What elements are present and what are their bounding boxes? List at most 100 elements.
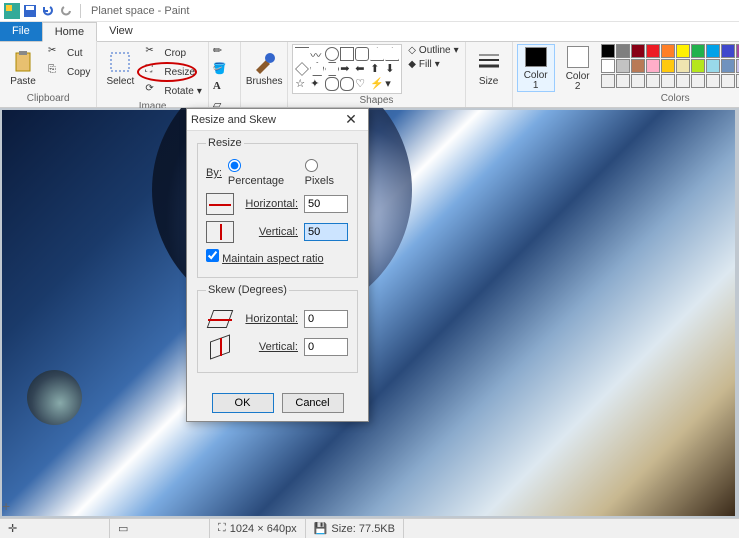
color-swatch[interactable] <box>646 59 660 73</box>
color-swatch[interactable] <box>616 44 630 58</box>
skew-fieldset: Skew (Degrees) Horizontal: Vertical: <box>197 284 358 373</box>
radio-percentage[interactable]: Percentage <box>228 159 299 187</box>
text-icon[interactable]: A <box>213 80 229 96</box>
color-swatch[interactable] <box>676 59 690 73</box>
ribbon: Paste ✂Cut ⎘Copy Clipboard Select ✂Crop … <box>0 42 739 108</box>
color-swatch[interactable] <box>721 44 735 58</box>
group-shapes: 〰 ➡⬅⬆⬇ ☆✦♡⚡▾ ◇Outline▾ ◆Fill▾ Shapes <box>288 42 465 107</box>
redo-icon[interactable] <box>58 3 74 19</box>
resize-fieldset: Resize By: Percentage Pixels Horizontal:… <box>197 137 358 278</box>
color-swatch[interactable] <box>646 44 660 58</box>
color-swatch[interactable] <box>721 59 735 73</box>
color-swatch[interactable] <box>616 59 630 73</box>
horizontal-resize-icon <box>206 193 234 215</box>
ok-button[interactable]: OK <box>212 393 274 413</box>
color-swatch[interactable] <box>691 74 705 88</box>
resize-horizontal-input[interactable] <box>304 195 348 213</box>
by-label: By: <box>206 167 222 179</box>
canvas-area <box>0 108 739 518</box>
color-swatch[interactable] <box>646 74 660 88</box>
tab-file[interactable]: File <box>0 22 42 41</box>
group-colors: Color 1 Color 2 Edit colors Edit Paint C… <box>513 42 739 107</box>
horizontal-skew-icon <box>206 308 234 330</box>
cut-button[interactable]: ✂Cut <box>46 44 92 62</box>
skew-horizontal-label: Horizontal: <box>240 313 298 325</box>
resize-legend: Resize <box>206 137 244 149</box>
shapes-gallery[interactable]: 〰 ➡⬅⬆⬇ ☆✦♡⚡▾ <box>292 44 402 94</box>
vertical-resize-icon <box>206 221 234 243</box>
color-swatch[interactable] <box>601 74 615 88</box>
close-icon[interactable]: ✕ <box>338 111 364 128</box>
group-image: Select ✂Crop ⛶Resize ⟳Rotate▾ Image <box>97 42 209 107</box>
dimensions-icon: ⛶ <box>218 522 226 535</box>
group-clipboard: Paste ✂Cut ⎘Copy Clipboard <box>0 42 97 107</box>
color-palette[interactable] <box>601 44 739 88</box>
dialog-titlebar: Resize and Skew ✕ <box>187 109 368 131</box>
corner-plus-icon: + <box>0 496 12 516</box>
maintain-aspect-checkbox[interactable]: Maintain aspect ratio <box>206 249 324 265</box>
fill-button[interactable]: ◆Fill▾ <box>406 58 460 71</box>
color-swatch[interactable] <box>676 74 690 88</box>
selection-icon: ▭ <box>118 522 128 535</box>
resize-icon: ⛶ <box>145 64 161 80</box>
tab-view[interactable]: View <box>97 22 145 41</box>
color-swatch[interactable] <box>661 59 675 73</box>
color-swatch[interactable] <box>631 59 645 73</box>
brushes-button[interactable]: Brushes <box>245 44 283 92</box>
title-bar: Planet space - Paint <box>0 0 739 22</box>
vertical-label: Vertical: <box>240 226 298 238</box>
color-swatch[interactable] <box>736 59 739 73</box>
crop-button[interactable]: ✂Crop <box>143 44 204 62</box>
save-icon[interactable] <box>22 3 38 19</box>
radio-pixels[interactable]: Pixels <box>305 159 349 187</box>
paste-button[interactable]: Paste <box>4 44 42 92</box>
color-swatch[interactable] <box>676 44 690 58</box>
outline-button[interactable]: ◇Outline▾ <box>406 44 460 57</box>
color-swatch[interactable] <box>706 44 720 58</box>
select-icon <box>108 50 132 74</box>
color-swatch[interactable] <box>661 44 675 58</box>
color-swatch[interactable] <box>631 74 645 88</box>
tab-home[interactable]: Home <box>42 22 97 42</box>
resize-button[interactable]: ⛶Resize <box>143 63 204 81</box>
color-swatch[interactable] <box>661 74 675 88</box>
color-swatch[interactable] <box>736 74 739 88</box>
color-swatch[interactable] <box>736 44 739 58</box>
group-tools: ✏ 🪣 A ▱ 💧 🔍 Tools <box>209 42 241 107</box>
rotate-button[interactable]: ⟳Rotate▾ <box>143 82 204 100</box>
skew-vertical-input[interactable] <box>304 338 348 356</box>
color-swatch[interactable] <box>601 59 615 73</box>
select-button[interactable]: Select <box>101 44 139 92</box>
color-swatch[interactable] <box>691 59 705 73</box>
color-swatch[interactable] <box>706 74 720 88</box>
group-label-colors: Colors <box>517 92 739 105</box>
status-cursor: ✛ <box>0 519 110 538</box>
fill-icon[interactable]: 🪣 <box>213 62 229 78</box>
copy-icon: ⎘ <box>48 64 64 80</box>
cancel-button[interactable]: Cancel <box>282 393 344 413</box>
size-icon <box>477 50 501 74</box>
color1-button[interactable]: Color 1 <box>517 44 555 92</box>
crop-icon: ✂ <box>145 45 161 61</box>
skew-horizontal-input[interactable] <box>304 310 348 328</box>
status-bar: ✛ ▭ ⛶1024 × 640px 💾Size: 77.5KB <box>0 518 739 538</box>
size-button[interactable]: Size <box>470 44 508 92</box>
color-swatch[interactable] <box>631 44 645 58</box>
color-swatch[interactable] <box>691 44 705 58</box>
color-swatch[interactable] <box>721 74 735 88</box>
status-selection: ▭ <box>110 519 210 538</box>
color-swatch[interactable] <box>706 59 720 73</box>
cut-icon: ✂ <box>48 45 64 61</box>
disk-icon: 💾 <box>314 522 328 535</box>
rotate-icon: ⟳ <box>145 83 161 99</box>
resize-vertical-input[interactable] <box>304 223 348 241</box>
color-swatch[interactable] <box>616 74 630 88</box>
color-swatch[interactable] <box>601 44 615 58</box>
undo-icon[interactable] <box>40 3 56 19</box>
color2-button[interactable]: Color 2 <box>559 44 597 92</box>
image-moon <box>27 370 82 425</box>
pencil-icon[interactable]: ✏ <box>213 44 229 60</box>
ribbon-tabs: File Home View <box>0 22 739 42</box>
copy-button[interactable]: ⎘Copy <box>46 63 92 81</box>
resize-skew-dialog: Resize and Skew ✕ Resize By: Percentage … <box>186 108 369 422</box>
